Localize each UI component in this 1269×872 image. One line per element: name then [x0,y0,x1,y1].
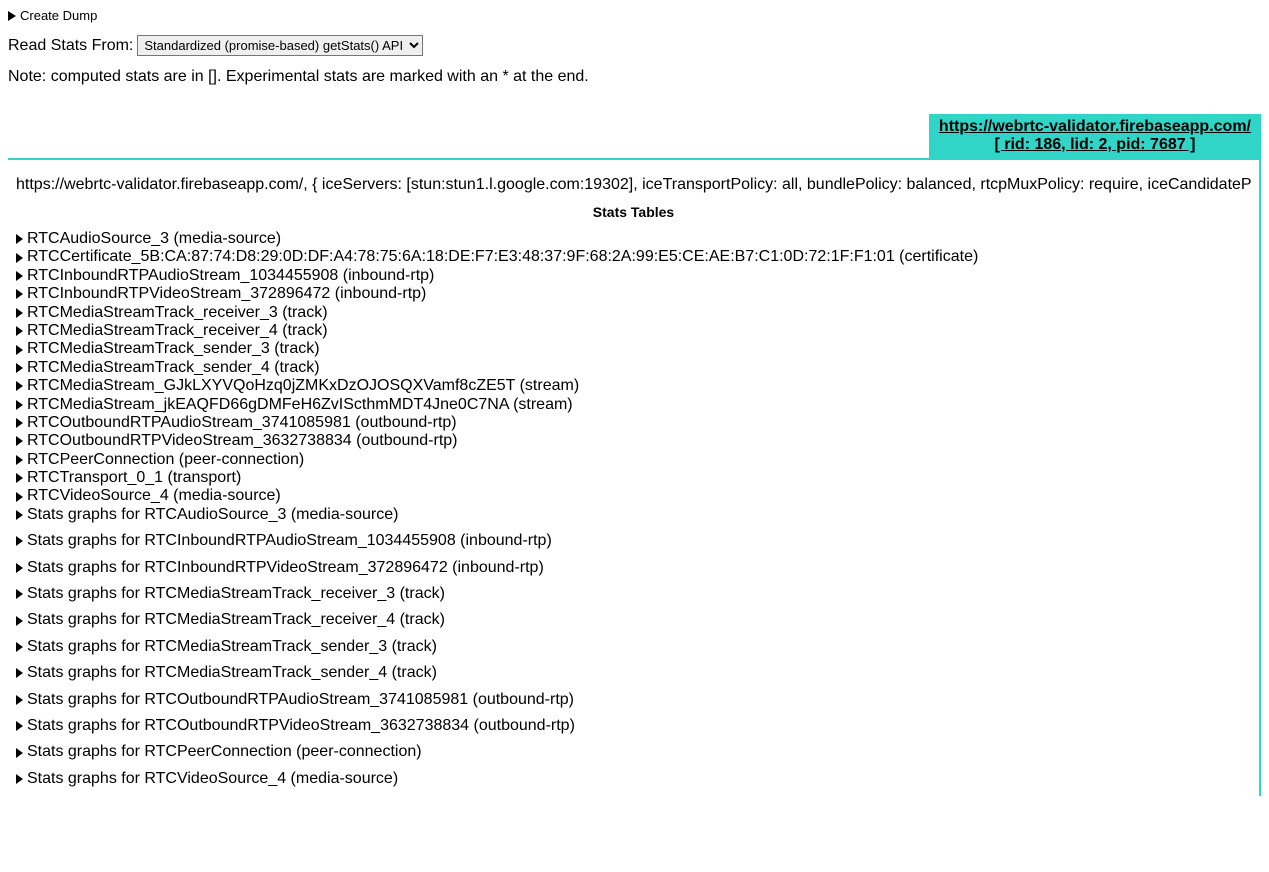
disclosure-triangle-icon[interactable] [8,11,16,21]
stats-item[interactable]: RTCInboundRTPVideoStream_372896472 (inbo… [16,285,1251,303]
disclosure-triangle-icon[interactable] [16,253,23,263]
stats-item-label: Stats graphs for RTCInboundRTPAudioStrea… [27,532,552,550]
stats-item-label: RTCMediaStream_GJkLXYVQoHzq0jZMKxDzOJOSQ… [27,377,579,395]
disclosure-triangle-icon[interactable] [16,748,23,758]
stats-item-label: RTCVideoSource_4 (media-source) [27,487,281,505]
disclosure-triangle-icon[interactable] [16,308,23,318]
stats-item[interactable]: RTCOutboundRTPAudioStream_3741085981 (ou… [16,414,1251,432]
read-stats-row: Read Stats From: Standardized (promise-b… [8,35,1261,56]
stats-graphs-list: Stats graphs for RTCAudioSource_3 (media… [16,506,1251,788]
stats-item-label: RTCMediaStreamTrack_receiver_3 (track) [27,304,328,322]
disclosure-triangle-icon[interactable] [16,455,23,465]
stats-list: RTCAudioSource_3 (media-source)RTCCertif… [16,230,1251,506]
disclosure-triangle-icon[interactable] [16,345,23,355]
stats-item-label: RTCInboundRTPAudioStream_1034455908 (inb… [27,267,434,285]
stats-item-label: RTCCertificate_5B:CA:87:74:D8:29:0D:DF:A… [27,248,978,266]
disclosure-triangle-icon[interactable] [16,563,23,573]
tab-ids: [ rid: 186, lid: 2, pid: 7687 ] [939,136,1251,154]
stats-item[interactable]: Stats graphs for RTCPeerConnection (peer… [16,743,1251,761]
disclosure-triangle-icon[interactable] [16,326,23,336]
tab-url: https://webrtc-validator.firebaseapp.com… [939,118,1251,136]
stats-item[interactable]: RTCVideoSource_4 (media-source) [16,487,1251,505]
disclosure-triangle-icon[interactable] [16,616,23,626]
stats-tables-header: Stats Tables [16,204,1251,220]
disclosure-triangle-icon[interactable] [16,418,23,428]
stats-item[interactable]: Stats graphs for RTCOutboundRTPAudioStre… [16,691,1251,709]
stats-item[interactable]: Stats graphs for RTCOutboundRTPVideoStre… [16,717,1251,735]
stats-item-label: Stats graphs for RTCMediaStreamTrack_rec… [27,611,445,629]
stats-item[interactable]: RTCAudioSource_3 (media-source) [16,230,1251,248]
note-text: Note: computed stats are in []. Experime… [8,68,1261,86]
stats-item[interactable]: RTCMediaStreamTrack_sender_4 (track) [16,359,1251,377]
stats-item[interactable]: Stats graphs for RTCMediaStreamTrack_rec… [16,585,1251,603]
stats-item-label: RTCInboundRTPVideoStream_372896472 (inbo… [27,285,426,303]
stats-item[interactable]: Stats graphs for RTCAudioSource_3 (media… [16,506,1251,524]
stats-item[interactable]: Stats graphs for RTCInboundRTPVideoStrea… [16,559,1251,577]
tab-container: https://webrtc-validator.firebaseapp.com… [8,114,1261,158]
stats-item-label: RTCAudioSource_3 (media-source) [27,230,281,248]
stats-item[interactable]: Stats graphs for RTCMediaStreamTrack_rec… [16,611,1251,629]
stats-panel: https://webrtc-validator.firebaseapp.com… [8,158,1261,796]
stats-item-label: Stats graphs for RTCVideoSource_4 (media… [27,770,398,788]
disclosure-triangle-icon[interactable] [16,589,23,599]
disclosure-triangle-icon[interactable] [16,536,23,546]
stats-item-label: RTCMediaStream_jkEAQFD66gDMFeH6ZvIScthmM… [27,396,573,414]
disclosure-triangle-icon[interactable] [16,695,23,705]
disclosure-triangle-icon[interactable] [16,721,23,731]
stats-item-label: Stats graphs for RTCInboundRTPVideoStrea… [27,559,544,577]
stats-item[interactable]: Stats graphs for RTCMediaStreamTrack_sen… [16,664,1251,682]
stats-item-label: RTCMediaStreamTrack_receiver_4 (track) [27,322,328,340]
stats-item[interactable]: RTCInboundRTPAudioStream_1034455908 (inb… [16,267,1251,285]
stats-item[interactable]: Stats graphs for RTCVideoSource_4 (media… [16,770,1251,788]
disclosure-triangle-icon[interactable] [16,510,23,520]
stats-item[interactable]: RTCMediaStreamTrack_receiver_3 (track) [16,304,1251,322]
stats-item[interactable]: RTCPeerConnection (peer-connection) [16,451,1251,469]
disclosure-triangle-icon[interactable] [16,363,23,373]
stats-item-label: Stats graphs for RTCAudioSource_3 (media… [27,506,398,524]
stats-item-label: RTCOutboundRTPAudioStream_3741085981 (ou… [27,414,457,432]
stats-item[interactable]: RTCMediaStreamTrack_sender_3 (track) [16,340,1251,358]
stats-item-label: Stats graphs for RTCPeerConnection (peer… [27,743,422,761]
stats-item[interactable]: Stats graphs for RTCInboundRTPAudioStrea… [16,532,1251,550]
stats-item[interactable]: RTCOutboundRTPVideoStream_3632738834 (ou… [16,432,1251,450]
connection-info: https://webrtc-validator.firebaseapp.com… [16,176,1251,194]
stats-item-label: Stats graphs for RTCMediaStreamTrack_rec… [27,585,445,603]
disclosure-triangle-icon[interactable] [16,271,23,281]
stats-item-label: RTCOutboundRTPVideoStream_3632738834 (ou… [27,432,458,450]
stats-item[interactable]: RTCCertificate_5B:CA:87:74:D8:29:0D:DF:A… [16,248,1251,266]
disclosure-triangle-icon[interactable] [16,473,23,483]
stats-item-label: Stats graphs for RTCMediaStreamTrack_sen… [27,638,437,656]
stats-item-label: RTCMediaStreamTrack_sender_4 (track) [27,359,320,377]
read-stats-label: Read Stats From: [8,37,133,55]
disclosure-triangle-icon[interactable] [16,668,23,678]
stats-item-label: RTCPeerConnection (peer-connection) [27,451,304,469]
connection-tab[interactable]: https://webrtc-validator.firebaseapp.com… [929,114,1261,158]
stats-item[interactable]: RTCMediaStream_jkEAQFD66gDMFeH6ZvIScthmM… [16,396,1251,414]
disclosure-triangle-icon[interactable] [16,436,23,446]
disclosure-triangle-icon[interactable] [16,400,23,410]
stats-item-label: Stats graphs for RTCOutboundRTPVideoStre… [27,717,575,735]
stats-item[interactable]: RTCMediaStreamTrack_receiver_4 (track) [16,322,1251,340]
disclosure-triangle-icon[interactable] [16,289,23,299]
stats-item[interactable]: Stats graphs for RTCMediaStreamTrack_sen… [16,638,1251,656]
disclosure-triangle-icon[interactable] [16,642,23,652]
create-dump-row[interactable]: Create Dump [8,8,1261,23]
stats-item[interactable]: RTCTransport_0_1 (transport) [16,469,1251,487]
stats-item[interactable]: RTCMediaStream_GJkLXYVQoHzq0jZMKxDzOJOSQ… [16,377,1251,395]
disclosure-triangle-icon[interactable] [16,234,23,244]
disclosure-triangle-icon[interactable] [16,381,23,391]
read-stats-select[interactable]: Standardized (promise-based) getStats() … [137,35,423,56]
disclosure-triangle-icon[interactable] [16,774,23,784]
stats-item-label: Stats graphs for RTCMediaStreamTrack_sen… [27,664,437,682]
stats-item-label: RTCMediaStreamTrack_sender_3 (track) [27,340,320,358]
stats-item-label: Stats graphs for RTCOutboundRTPAudioStre… [27,691,574,709]
create-dump-label: Create Dump [20,8,97,23]
disclosure-triangle-icon[interactable] [16,492,23,502]
stats-item-label: RTCTransport_0_1 (transport) [27,469,241,487]
